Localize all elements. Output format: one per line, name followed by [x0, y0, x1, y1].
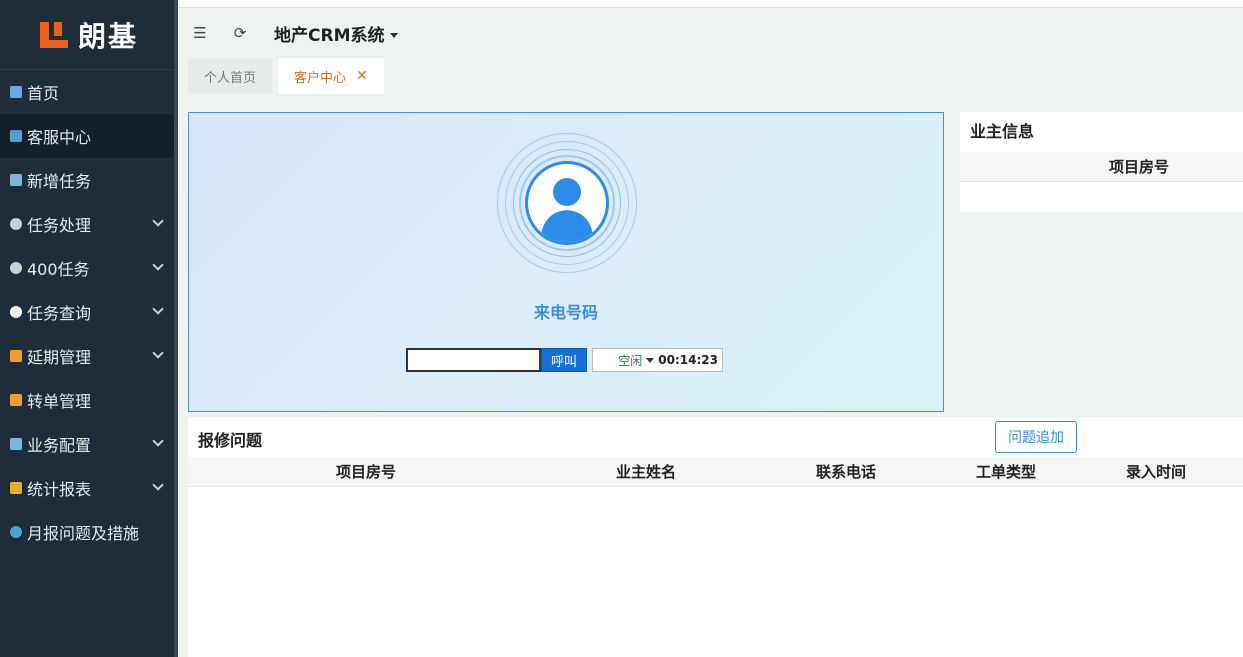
column-header: 联系电话: [816, 463, 877, 481]
tab-personal-home[interactable]: 个人首页: [188, 58, 273, 94]
chevron-down-icon: [152, 347, 164, 359]
bar-chart-icon: [10, 482, 22, 494]
users-icon: [10, 130, 22, 142]
chevron-down-icon: [152, 435, 164, 447]
add-issue-button[interactable]: 问题追加: [995, 421, 1077, 453]
sidebar-item[interactable]: 任务查询: [0, 290, 178, 334]
chevron-down-icon: [646, 357, 655, 363]
sidebar-item[interactable]: 统计报表: [0, 466, 178, 510]
sidebar-item-label: 延期管理: [27, 348, 92, 367]
collapse-menu-icon[interactable]: ☰: [192, 25, 208, 41]
header: ☰ ⟳ 地产CRM系统: [178, 8, 1243, 58]
agent-status: 空闲: [618, 353, 643, 368]
transfer-icon: [10, 350, 22, 362]
repair-table-header: 项目房号 业主姓名 联系电话 工单类型 录入时间: [188, 457, 1243, 487]
call-controls: 呼叫 空闲 00:14:23: [406, 348, 723, 372]
search-icon: [10, 306, 22, 318]
chevron-down-icon: [390, 33, 399, 38]
person-icon: [540, 178, 594, 242]
sidebar-item-label: 业务配置: [27, 436, 92, 455]
chevron-down-icon: [152, 259, 164, 271]
owner-info-panel: 业主信息 项目房号: [960, 112, 1243, 212]
refresh-icon[interactable]: ⟳: [232, 25, 248, 41]
system-title-dropdown[interactable]: 地产CRM系统: [274, 21, 399, 46]
call-panel: 来电号码 呼叫 空闲 00:14:23: [188, 112, 944, 412]
close-icon[interactable]: ✕: [356, 68, 368, 84]
sidebar-item-label: 转单管理: [27, 392, 92, 411]
sidebar-item[interactable]: 转单管理: [0, 378, 178, 422]
chevron-down-icon: [152, 303, 164, 315]
home-icon: [10, 86, 22, 98]
owner-info-column-header: 项目房号: [960, 152, 1243, 182]
column-header: 项目房号: [336, 463, 397, 481]
chevron-down-icon: [152, 215, 164, 227]
sidebar-item[interactable]: 首页: [0, 70, 178, 114]
sidebar-scrollbar[interactable]: [174, 0, 178, 657]
top-border: [178, 0, 1243, 8]
phone-number-input[interactable]: [406, 348, 541, 372]
sidebar-item[interactable]: 月报问题及措施: [0, 510, 178, 554]
sidebar-item-label: 任务处理: [27, 216, 92, 235]
sidebar-item[interactable]: 新增任务: [0, 158, 178, 202]
logo: 朗基: [0, 0, 178, 70]
repair-issues-panel: 报修问题 问题追加 项目房号 业主姓名 联系电话 工单类型 录入时间: [188, 417, 1243, 657]
agent-status-select[interactable]: 空闲 00:14:23: [592, 348, 723, 372]
sidebar-item-label: 新增任务: [27, 172, 92, 191]
sidebar-item-label: 400任务: [27, 260, 90, 279]
tab-label: 个人首页: [204, 70, 257, 86]
add-task-icon: [10, 174, 22, 186]
system-title: 地产CRM系统: [274, 25, 385, 46]
column-header: 工单类型: [976, 463, 1037, 481]
sidebar-item-label: 首页: [27, 84, 60, 103]
chevron-down-icon: [152, 479, 164, 491]
sidebar-item-label: 客服中心: [27, 128, 92, 147]
repair-issues-title: 报修问题: [198, 431, 263, 450]
column-header: 业主姓名: [616, 463, 677, 481]
sidebar-menu: 首页客服中心新增任务任务处理 400任务任务查询延期管理转单管理业务配置统计报表月…: [0, 70, 178, 554]
transfer-icon: [10, 394, 22, 406]
sidebar-item[interactable]: 延期管理: [0, 334, 178, 378]
gear-icon: [10, 262, 22, 274]
gear-icon: [10, 218, 22, 230]
tab-bar: 个人首页 客户中心 ✕: [188, 58, 390, 94]
sidebar-item-label: 月报问题及措施: [27, 524, 140, 543]
sidebar: 朗基 首页客服中心新增任务任务处理 400任务任务查询延期管理转单管理业务配置统计…: [0, 0, 178, 657]
status-timer: 00:14:23: [658, 353, 718, 367]
sidebar-item-label: 统计报表: [27, 480, 92, 499]
sidebar-item[interactable]: 任务处理: [0, 202, 178, 246]
sidebar-item[interactable]: 业务配置: [0, 422, 178, 466]
brand-logo-icon: [39, 20, 70, 50]
tab-label: 客户中心: [294, 70, 347, 86]
sidebar-item-label: 任务查询: [27, 304, 92, 323]
caller-avatar: [525, 161, 609, 245]
owner-info-title: 业主信息: [970, 122, 1035, 141]
column-header: 录入时间: [1126, 463, 1187, 481]
sidebar-item[interactable]: 400任务: [0, 246, 178, 290]
brand-name: 朗基: [77, 19, 138, 53]
info-icon: [10, 526, 22, 538]
config-icon: [10, 438, 22, 450]
sidebar-item[interactable]: 客服中心: [0, 114, 178, 158]
tab-customer-center[interactable]: 客户中心 ✕: [278, 58, 384, 94]
caller-number-label: 来电号码: [533, 303, 598, 322]
call-button[interactable]: 呼叫: [541, 348, 587, 372]
